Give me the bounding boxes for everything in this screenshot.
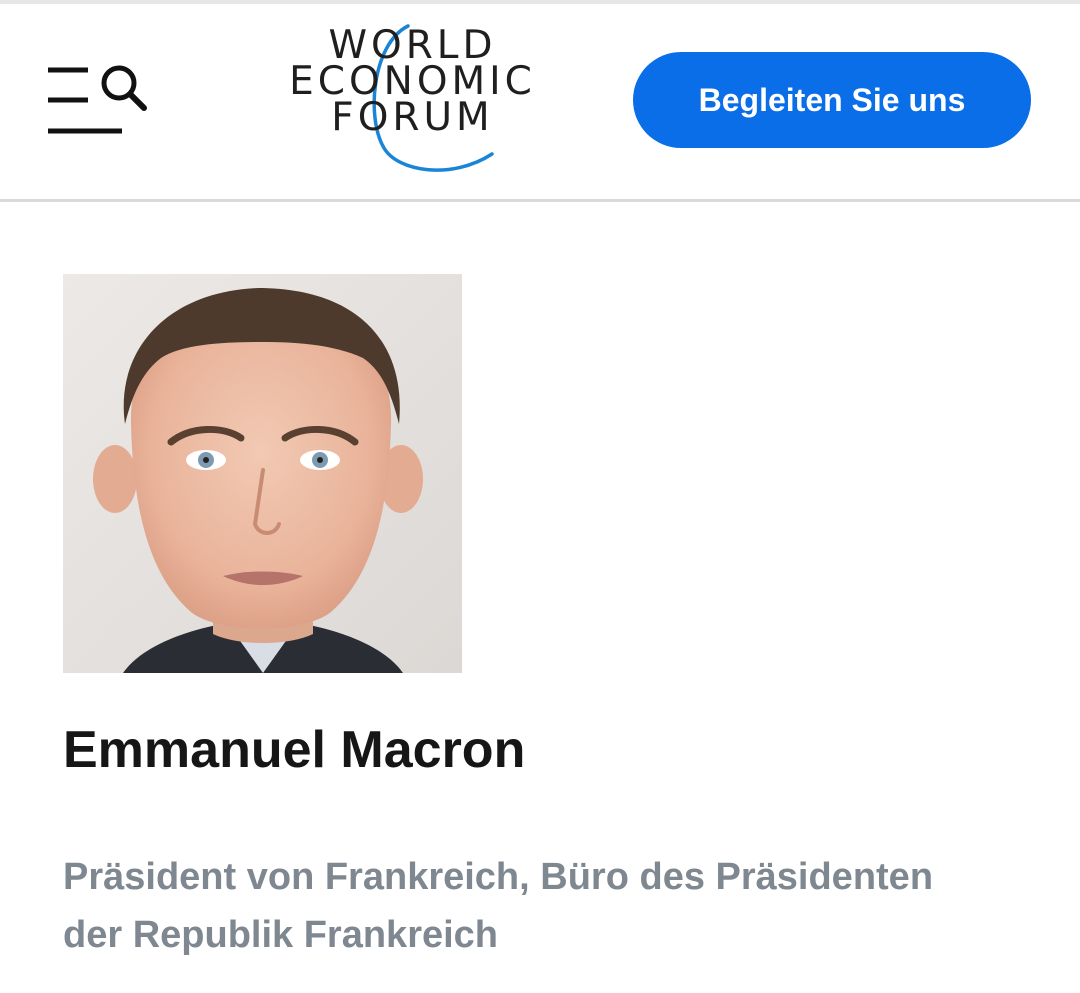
profile-role-line-2: der Republik Frankreich xyxy=(63,914,499,956)
profile-name: Emmanuel Macron xyxy=(63,721,526,779)
logo-line-forum: FORUM xyxy=(331,95,494,140)
wef-logo[interactable]: WORLD ECONOMIC FORUM xyxy=(280,22,545,182)
portrait-image xyxy=(63,274,462,673)
profile-photo xyxy=(63,274,462,673)
profile-role-line-1: Präsident von Frankreich, Büro des Präsi… xyxy=(63,856,934,898)
logo-wordmark: WORLD ECONOMIC FORUM xyxy=(280,26,545,140)
profile-role: Präsident von Frankreich, Büro des Präsi… xyxy=(63,848,1043,964)
search-icon xyxy=(101,65,147,111)
header-divider xyxy=(0,199,1080,202)
menu-search-button[interactable] xyxy=(40,55,155,145)
join-us-button[interactable]: Begleiten Sie uns xyxy=(633,52,1031,148)
hamburger-icon xyxy=(48,65,147,134)
